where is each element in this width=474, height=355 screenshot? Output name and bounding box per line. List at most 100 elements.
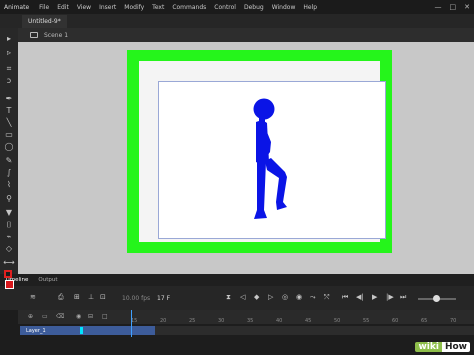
tween-more-icon[interactable]: ⤲ [324,292,330,302]
menu-window[interactable]: Window [268,4,300,11]
animate-window: Animate File Edit View Insert Modify Tex… [0,0,474,355]
pencil-tool-icon[interactable]: ✎ [3,156,15,166]
tween-icon[interactable]: ⤳ [310,292,316,302]
ruler-tick-label: 20 [160,318,167,324]
delete-layer-icon[interactable]: ⌫ [56,313,64,320]
eraser-tool-icon[interactable]: ◇ [3,244,15,254]
minimize-button[interactable]: — [435,3,442,11]
window-controls: — □ ✕ [435,0,471,14]
ruler-tick-label: 55 [363,318,370,324]
document-tab-title: Untitled-9* [28,18,61,25]
wikihow-watermark: wiki How [415,340,470,353]
document-tab[interactable]: Untitled-9* [22,15,67,28]
app-name: Animate [4,3,30,11]
ruler-tick-label: 70 [450,318,457,324]
stage-inner-border [139,61,386,242]
ruler-tick-label: 65 [421,318,428,324]
close-button[interactable]: ✕ [464,3,470,11]
menu-bar: Animate File Edit View Insert Modify Tex… [0,0,474,14]
ruler-tick-label: 40 [276,318,283,324]
ruler-tick-label: 25 [189,318,196,324]
subselection-tool-icon[interactable]: ▹ [3,48,15,58]
line-tool-icon[interactable]: ╲ [3,118,15,128]
free-transform-tool-icon[interactable]: ⌗ [3,64,15,74]
show-hide-icon[interactable]: ◉ [76,313,81,320]
timeline-zoom-knob[interactable] [433,295,440,302]
ruler-tick-label: 30 [218,318,225,324]
menu-edit[interactable]: Edit [53,4,73,11]
layer-depth-icon[interactable]: ⊞ [74,292,80,302]
scene-icon [30,32,38,38]
ruler-tick-label: 60 [392,318,399,324]
prev-keyframe-icon[interactable]: ◁ [240,292,245,302]
stick-figure[interactable] [159,82,387,240]
scene-label[interactable]: Scene 1 [44,32,68,39]
frames-selection[interactable] [115,326,155,335]
bottom-area [0,337,474,355]
next-keyframe-icon[interactable]: ▷ [268,292,273,302]
add-keyframe-icon[interactable]: ◆ [254,292,259,302]
lasso-tool-icon[interactable]: ↄ [3,76,15,86]
lock-icon[interactable]: ⊟ [88,313,93,320]
onion-skin-icon[interactable]: ◎ [282,292,288,302]
tab-output[interactable]: Output [33,277,62,283]
rectangle-tool-icon[interactable]: ▭ [3,130,15,140]
step-forward-icon[interactable]: |▶ [386,292,394,302]
eyedropper-tool-icon[interactable]: ⌁ [3,232,15,242]
loop-icon[interactable]: ⊡ [100,292,106,302]
layer-name[interactable]: Layer_1 [26,328,46,334]
layer-color-tag [80,327,83,334]
ruler-tick-label: 45 [305,318,312,324]
layers-header: ⊕ ▭ ⌫ ◉ ⊟ □ [18,310,115,324]
fps-readout[interactable]: 10.00 fps [122,295,150,302]
menu-debug[interactable]: Debug [240,4,268,11]
frames-track[interactable] [115,326,474,335]
stage-frame [127,50,392,253]
brush-tool-icon[interactable]: ∫ [3,168,15,178]
frame-ruler[interactable]: 15 20 25 30 35 40 45 50 55 60 65 70 [115,310,474,324]
menu-commands[interactable]: Commands [168,4,210,11]
stage-canvas[interactable] [158,81,386,239]
ruler-tick-label: 50 [334,318,341,324]
ruler-tick-label: 35 [247,318,254,324]
first-frame-icon[interactable]: ⏮ [342,292,348,302]
play-icon[interactable]: ▶ [372,292,377,302]
outline-icon[interactable]: □ [102,313,108,320]
oval-tool-icon[interactable]: ◯ [3,142,15,152]
menu-control[interactable]: Control [210,4,240,11]
pen-tool-icon[interactable]: ✒ [3,94,15,104]
width-tool-icon[interactable]: ⟷ [3,258,15,268]
layer-row[interactable]: Layer_1 [20,326,115,335]
onion-outline-icon[interactable]: ◉ [296,292,302,302]
center-frame-icon[interactable]: ⊥ [88,292,94,302]
bone-tool-icon[interactable]: ⚲ [3,194,15,204]
current-frame-readout[interactable]: 17 F [157,295,170,302]
timeline-tabs: Timeline Output [0,274,474,286]
menu-modify[interactable]: Modify [120,4,148,11]
insert-keyframe-icon[interactable]: ⧗ [226,292,231,302]
paint-bucket-tool-icon[interactable]: ▼ [3,208,15,218]
tools-panel: ▸▹⌗ↄ✒T╲▭◯✎∫⌇⚲▼⌷⌁◇⟷⎙ [0,28,18,290]
document-tab-bar: Untitled-9* [0,14,474,28]
new-layer-icon[interactable]: ⊕ [28,313,33,320]
edit-bar: Scene 1 [18,28,474,42]
paint-brush-tool-icon[interactable]: ⌇ [3,180,15,190]
menu-text[interactable]: Text [148,4,168,11]
selection-tool-icon[interactable]: ▸ [3,34,15,44]
menu-help[interactable]: Help [299,4,321,11]
menu-insert[interactable]: Insert [95,4,120,11]
step-back-icon[interactable]: ◀| [356,292,364,302]
stroke-color-swatch[interactable] [4,270,12,278]
timeline-controls: ≋ ⎙ ⊞ ⊥ ⊡ 10.00 fps 17 F ⧗ ◁ ◆ ▷ ◎ ◉ ⤳ ⤲… [0,286,474,310]
text-tool-icon[interactable]: T [3,106,15,116]
new-folder-icon[interactable]: ▭ [42,313,48,320]
camera-icon[interactable]: ⎙ [58,292,64,302]
playhead[interactable] [131,310,132,337]
maximize-button[interactable]: □ [450,3,457,11]
layers-icon[interactable]: ≋ [30,292,36,302]
menu-view[interactable]: View [73,4,95,11]
last-frame-icon[interactable]: ⏭ [400,292,406,302]
menu-file[interactable]: File [35,4,53,11]
fill-color-swatch[interactable] [5,280,14,289]
ink-bottle-tool-icon[interactable]: ⌷ [3,220,15,230]
